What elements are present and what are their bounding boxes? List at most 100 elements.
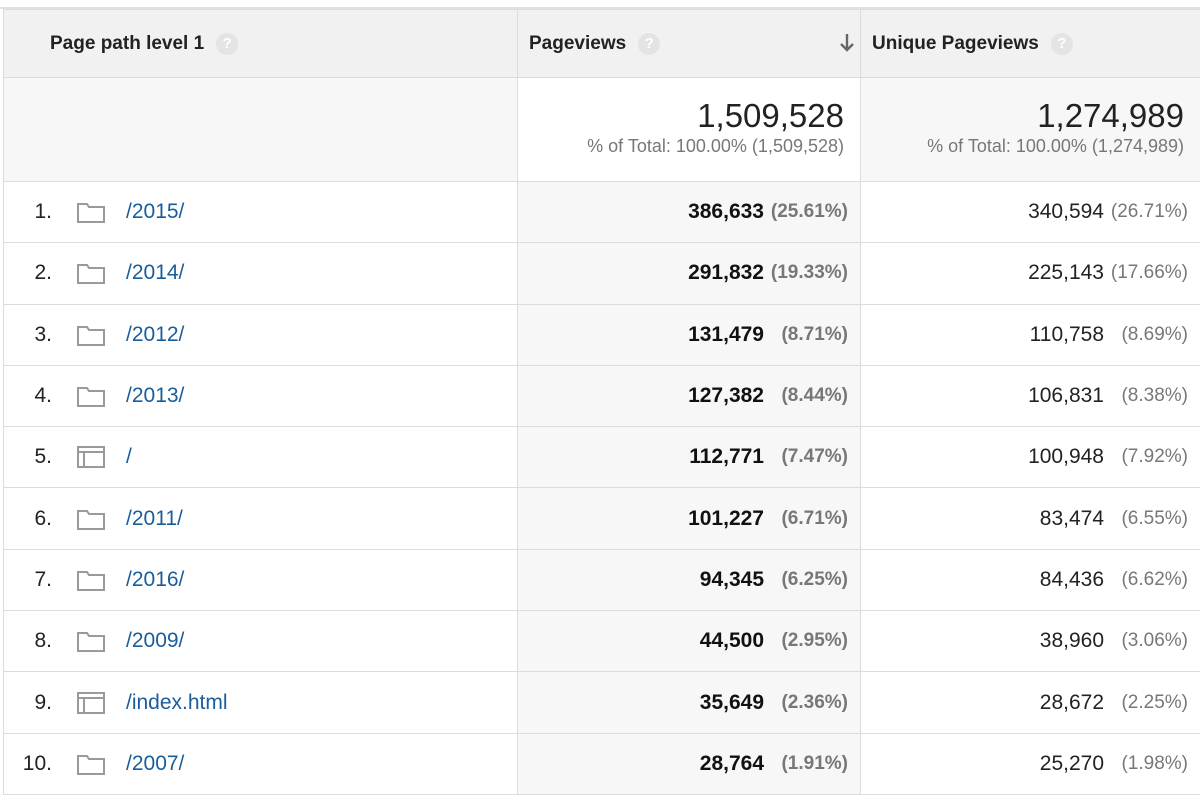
help-icon[interactable]: ? (638, 33, 660, 55)
unique-pageviews-percent: (8.69%) (1110, 324, 1188, 346)
page-path-link[interactable]: /2012/ (126, 323, 184, 347)
dimension-column-header[interactable]: Page path level 1 ? (4, 10, 518, 78)
unique-pageviews-value: 28,672 (1040, 691, 1104, 715)
unique-pageviews-cell: 38,960(3.06%) (861, 611, 1200, 672)
folder-icon (76, 752, 106, 776)
pageviews-value: 94,345 (700, 568, 764, 592)
pageviews-percent: (2.36%) (770, 692, 848, 714)
pageviews-header-label: Pageviews (529, 33, 626, 55)
page-path-link[interactable]: / (126, 445, 132, 469)
table-row: 1./2015/386,633(25.61%)340,594(26.71%) (4, 182, 1200, 243)
unique-pageviews-cell: 106,831(8.38%) (861, 365, 1200, 426)
unique-pageviews-percent: (7.92%) (1110, 446, 1188, 468)
header-row: Page path level 1 ? Pageviews ? (4, 10, 1200, 78)
folder-icon (76, 200, 106, 224)
pageviews-value: 101,227 (688, 507, 764, 531)
unique-pageviews-percent: (2.25%) (1110, 692, 1188, 714)
totals-row: 1,509,528 % of Total: 100.00% (1,509,528… (4, 78, 1200, 182)
pageviews-percent: (6.25%) (770, 569, 848, 591)
page-icon (76, 445, 106, 469)
unique-pageviews-percent: (26.71%) (1110, 201, 1188, 223)
unique-pageviews-cell: 25,270(1.98%) (861, 733, 1200, 794)
pageviews-value: 131,479 (688, 323, 764, 347)
folder-icon (76, 261, 106, 285)
pageviews-cell: 35,649 (2.36%) (518, 672, 861, 733)
row-index: 10. (4, 752, 52, 776)
table-row: 6. /2011/101,227 (6.71%) 83,474(6.55%) (4, 488, 1200, 549)
folder-icon (76, 384, 106, 408)
unique-pageviews-cell: 340,594(26.71%) (861, 182, 1200, 243)
dimension-cell: 1./2015/ (4, 182, 518, 243)
dimension-cell: 9./index.html (4, 672, 518, 733)
row-index: 4. (4, 384, 52, 408)
totals-dimension-cell (4, 78, 518, 182)
pageviews-value: 28,764 (700, 752, 764, 776)
unique-pageviews-cell: 84,436(6.62%) (861, 549, 1200, 610)
dimension-cell: 3./2012/ (4, 304, 518, 365)
page-path-link[interactable]: /2013/ (126, 384, 184, 408)
pageviews-cell: 112,771(7.47%) (518, 427, 861, 488)
pageviews-value: 386,633 (688, 200, 764, 224)
pageviews-percent: (19.33%) (770, 262, 848, 284)
page-path-link[interactable]: /2011/ (126, 507, 183, 531)
report-table-view: Page path level 1 ? Pageviews ? (0, 0, 1200, 790)
pageviews-cell: 101,227 (6.71%) (518, 488, 861, 549)
table-row: 9./index.html 35,649 (2.36%) 28,672 (2.25%) (4, 672, 1200, 733)
pageviews-cell: 386,633(25.61%) (518, 182, 861, 243)
unique-pageviews-value: 83,474 (1040, 507, 1104, 531)
pageviews-cell: 127,382 (8.44%) (518, 365, 861, 426)
row-index: 8. (4, 629, 52, 653)
page-icon (76, 691, 106, 715)
unique-pageviews-cell: 83,474(6.55%) (861, 488, 1200, 549)
table-row: 3./2012/131,479(8.71%)110,758(8.69%) (4, 304, 1200, 365)
folder-icon (76, 629, 106, 653)
page-path-link[interactable]: /2009/ (126, 629, 184, 653)
pageviews-value: 127,382 (688, 384, 764, 408)
pageviews-column-header[interactable]: Pageviews ? (518, 10, 861, 78)
pageviews-total-cell: 1,509,528 % of Total: 100.00% (1,509,528… (518, 78, 861, 182)
report-table: Page path level 1 ? Pageviews ? (3, 9, 1200, 795)
dimension-cell: 4. /2013/ (4, 365, 518, 426)
unique-pageviews-value: 225,143 (1028, 261, 1104, 285)
unique-pageviews-percent: (17.66%) (1110, 262, 1188, 284)
table-row: 2./2014/291,832 (19.33%) 225,143 (17.66%) (4, 243, 1200, 304)
table-row: 5. / 112,771(7.47%)100,948(7.92%) (4, 427, 1200, 488)
pageviews-percent: (8.44%) (770, 385, 848, 407)
pageviews-total-percent: % of Total: 100.00% (1,509,528) (518, 136, 860, 157)
page-path-link[interactable]: /2014/ (126, 261, 184, 285)
unique-pageviews-total: 1,274,989 (861, 98, 1200, 134)
page-path-link[interactable]: /2007/ (126, 752, 184, 776)
unique-pageviews-percent: (1.98%) (1110, 753, 1188, 775)
pageviews-percent: (6.71%) (770, 508, 848, 530)
folder-icon (76, 568, 106, 592)
unique-pageviews-cell: 28,672 (2.25%) (861, 672, 1200, 733)
help-icon[interactable]: ? (1051, 33, 1073, 55)
pageviews-cell: 44,500 (2.95%) (518, 611, 861, 672)
pageviews-percent: (2.95%) (770, 630, 848, 652)
data-rows: 1./2015/386,633(25.61%)340,594(26.71%)2.… (4, 182, 1200, 795)
unique-pageviews-percent: (8.38%) (1110, 385, 1188, 407)
pageviews-value: 291,832 (688, 261, 764, 285)
page-path-link[interactable]: /2015/ (126, 200, 184, 224)
row-index: 6. (4, 507, 52, 531)
pageviews-percent: (7.47%) (770, 446, 848, 468)
unique-pageviews-cell: 100,948(7.92%) (861, 427, 1200, 488)
page-path-link[interactable]: /2016/ (126, 568, 184, 592)
unique-pageviews-column-header[interactable]: Unique Pageviews ? (861, 10, 1200, 78)
pageviews-value: 44,500 (700, 629, 764, 653)
pageviews-value: 35,649 (700, 691, 764, 715)
row-index: 5. (4, 445, 52, 469)
table-row: 7./2016/94,345 (6.25%) 84,436(6.62%) (4, 549, 1200, 610)
pageviews-cell: 28,764(1.91%) (518, 733, 861, 794)
arrow-down-icon[interactable] (838, 32, 856, 54)
dimension-cell: 7./2016/ (4, 549, 518, 610)
folder-icon (76, 507, 106, 531)
help-icon[interactable]: ? (216, 33, 238, 55)
dimension-cell: 2./2014/ (4, 243, 518, 304)
pageviews-total: 1,509,528 (518, 98, 860, 134)
dimension-cell: 5. / (4, 427, 518, 488)
dimension-cell: 8. /2009/ (4, 611, 518, 672)
table-row: 4. /2013/127,382 (8.44%) 106,831(8.38%) (4, 365, 1200, 426)
page-path-link[interactable]: /index.html (126, 691, 228, 715)
unique-pageviews-percent: (3.06%) (1110, 630, 1188, 652)
